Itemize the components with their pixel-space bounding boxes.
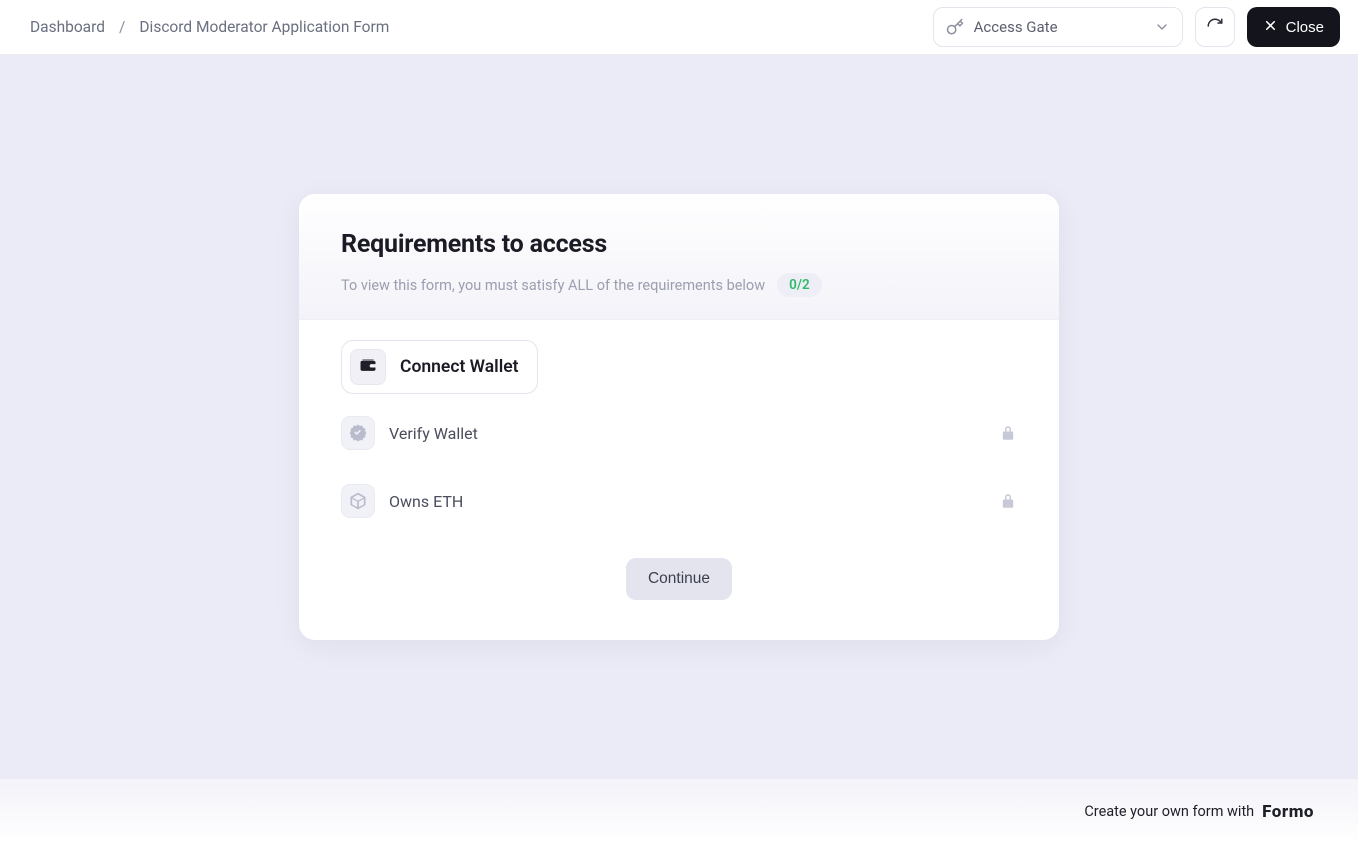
requirements-card: Requirements to access To view this form…	[299, 194, 1059, 640]
card-header: Requirements to access To view this form…	[299, 194, 1059, 320]
cube-icon	[341, 484, 375, 518]
wallet-icon	[358, 355, 378, 379]
footer-brand[interactable]: Formo	[1262, 802, 1314, 822]
verify-icon	[341, 416, 375, 450]
connect-wallet-label: Connect Wallet	[400, 357, 519, 377]
breadcrumb-current: Discord Moderator Application Form	[139, 18, 389, 36]
close-button[interactable]: Close	[1247, 7, 1340, 47]
topbar-actions: Access Gate Close	[933, 7, 1340, 47]
requirement-label: Verify Wallet	[389, 424, 478, 443]
footer: Create your own form with Formo	[0, 779, 1358, 844]
breadcrumb: Dashboard / Discord Moderator Applicatio…	[30, 18, 389, 36]
close-label: Close	[1286, 19, 1324, 36]
lock-icon	[999, 424, 1017, 442]
key-icon	[946, 18, 964, 36]
topbar: Dashboard / Discord Moderator Applicatio…	[0, 0, 1358, 55]
requirement-label: Owns ETH	[389, 492, 463, 511]
progress-badge: 0/2	[777, 273, 822, 297]
lock-icon	[999, 492, 1017, 510]
access-gate-select[interactable]: Access Gate	[933, 7, 1183, 47]
close-icon	[1263, 18, 1278, 37]
continue-button[interactable]: Continue	[626, 558, 732, 600]
chevron-down-icon	[1154, 19, 1170, 35]
footer-text: Create your own form with	[1084, 803, 1254, 820]
card-body: Connect Wallet Verify Wallet	[299, 320, 1059, 640]
access-gate-label: Access Gate	[974, 18, 1058, 36]
breadcrumb-separator: /	[119, 18, 125, 36]
card-subtitle: To view this form, you must satisfy ALL …	[341, 277, 765, 294]
card-title: Requirements to access	[341, 230, 1017, 259]
breadcrumb-dashboard[interactable]: Dashboard	[30, 18, 105, 36]
refresh-button[interactable]	[1195, 7, 1235, 47]
canvas: Requirements to access To view this form…	[0, 55, 1358, 779]
connect-wallet-button[interactable]: Connect Wallet	[341, 340, 538, 394]
refresh-icon	[1206, 17, 1224, 38]
requirement-row: Owns ETH	[341, 472, 1017, 530]
requirement-row: Verify Wallet	[341, 404, 1017, 462]
